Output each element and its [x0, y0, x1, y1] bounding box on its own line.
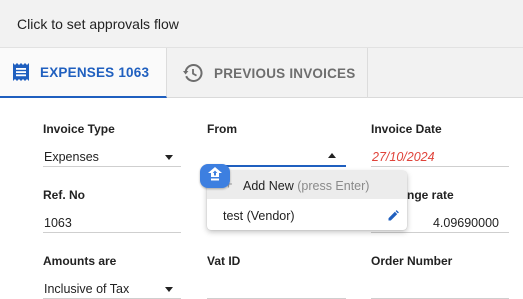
invoice-type-value: Expenses — [44, 150, 99, 164]
add-new-option[interactable]: + Add New (press Enter) — [207, 171, 407, 199]
amounts-are-select[interactable]: Inclusive of Tax — [43, 277, 181, 299]
home-upload-icon — [207, 166, 223, 187]
invoice-type-select[interactable]: Expenses — [43, 145, 181, 167]
from-dropdown: + Add New (press Enter) test (Vendor) — [207, 171, 407, 230]
ref-no-input[interactable]: 1063 — [43, 211, 181, 233]
chevron-up-icon[interactable] — [328, 153, 336, 158]
vat-id-input[interactable] — [207, 277, 346, 299]
approvals-bar[interactable]: Click to set approvals flow — [0, 0, 523, 48]
invoice-type-label: Invoice Type — [43, 122, 115, 136]
exchange-rate-label: nge rate — [407, 188, 454, 202]
tab-expenses-label: EXPENSES 1063 — [40, 64, 150, 80]
ref-no-value: 1063 — [44, 216, 72, 230]
tab-expenses[interactable]: EXPENSES 1063 — [0, 48, 167, 98]
vendor-option-label: test (Vendor) — [223, 209, 295, 223]
invoice-date-label: Invoice Date — [371, 122, 442, 136]
receipt-icon — [11, 62, 31, 82]
order-number-input[interactable] — [371, 277, 509, 299]
tab-previous-invoices[interactable]: PREVIOUS INVOICES — [167, 48, 368, 98]
chevron-down-icon — [165, 155, 173, 160]
order-number-label: Order Number — [371, 254, 453, 268]
approvals-link[interactable]: Click to set approvals flow — [17, 16, 179, 32]
from-label: From — [207, 122, 237, 136]
history-icon — [183, 63, 203, 83]
chevron-down-icon — [165, 287, 173, 292]
add-new-label: Add New — [243, 179, 294, 193]
ref-no-label: Ref. No — [43, 188, 85, 202]
amounts-are-label: Amounts are — [43, 254, 117, 268]
vendor-option[interactable]: test (Vendor) — [207, 201, 407, 229]
from-input[interactable] — [207, 145, 346, 167]
add-new-hint: (press Enter) — [297, 179, 370, 193]
amounts-are-value: Inclusive of Tax — [44, 282, 130, 296]
exchange-rate-value: 4.09690000 — [432, 216, 499, 230]
invoice-date-input[interactable]: 27/10/2024 — [371, 145, 509, 167]
floating-action-button[interactable] — [200, 164, 230, 188]
tab-previous-label: PREVIOUS INVOICES — [214, 65, 356, 81]
pencil-icon[interactable] — [388, 210, 399, 221]
vat-id-label: Vat ID — [207, 254, 241, 268]
invoice-date-value: 27/10/2024 — [372, 150, 435, 164]
tab-bar: EXPENSES 1063 PREVIOUS INVOICES — [0, 48, 523, 98]
